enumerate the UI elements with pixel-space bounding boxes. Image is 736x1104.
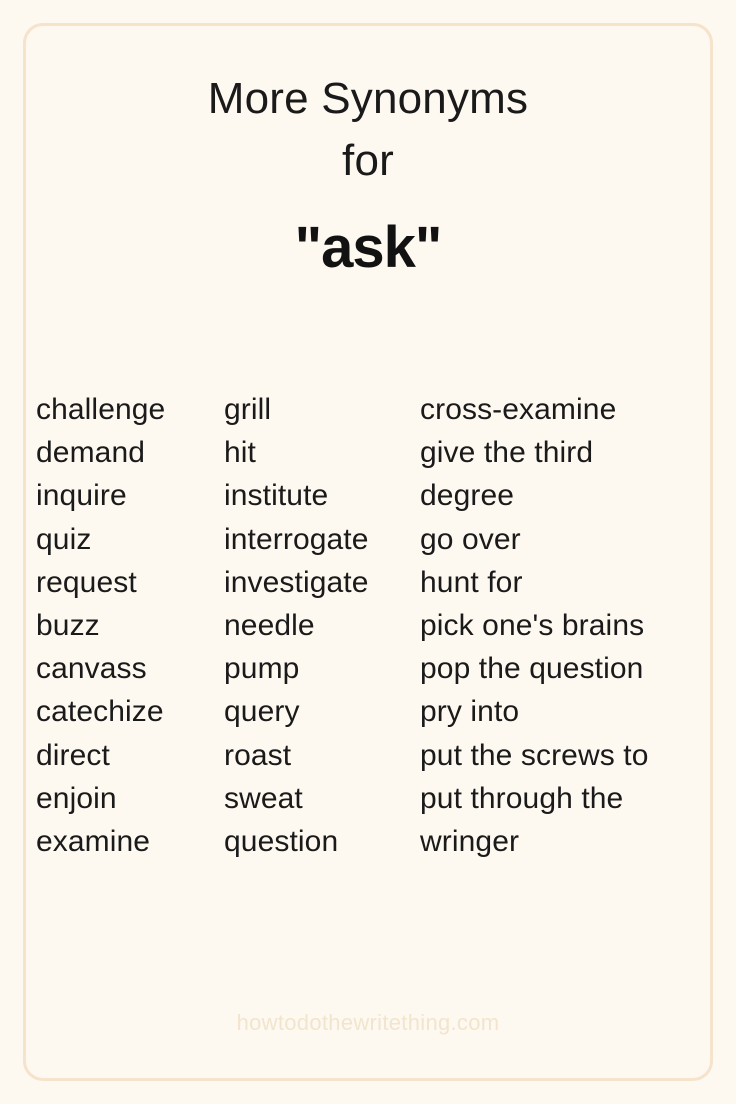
page-title: "ask" — [294, 215, 443, 280]
synonym-column-3: cross-examine give the third degree go over… — [420, 388, 710, 863]
synonym-item: needle — [224, 608, 315, 642]
synonym-item: investigate — [224, 565, 369, 599]
synonym-item: institute — [224, 479, 329, 513]
synonym-column-1: challenge demand inquire quiz request buzz can… — [36, 388, 218, 863]
header: More Synonyms for "ask" — [0, 68, 736, 282]
synonym-item: roast — [224, 738, 292, 772]
synonym-item: pop the question — [420, 652, 644, 686]
synonym-item: examine — [36, 824, 151, 858]
synonym-item: interrogate — [224, 522, 369, 556]
synonym-item: inquire — [36, 479, 127, 513]
synonym-item: go over — [420, 522, 521, 556]
synonym-item: buzz — [36, 608, 100, 642]
synonym-item: question — [224, 824, 339, 858]
site-watermark: howtodothewritething.com — [236, 1010, 500, 1035]
title-line-1: More Synonyms — [207, 74, 529, 123]
synonym-item: cross-examine — [420, 393, 617, 426]
title-line-2: for — [342, 136, 394, 185]
footer: howtodothewritething.com — [0, 1008, 736, 1038]
synonym-item: hit — [224, 436, 256, 470]
synonym-item: give the third — [420, 436, 594, 470]
synonym-item: enjoin — [36, 781, 117, 815]
synonym-item: request — [36, 565, 137, 599]
synonym-columns: challenge demand inquire quiz request buzz can… — [0, 388, 736, 868]
synonym-item: direct — [36, 738, 110, 772]
synonym-item: demand — [36, 436, 146, 470]
synonym-item: put the screws to — [420, 738, 649, 772]
synonym-item: hunt for — [420, 565, 523, 599]
synonym-item: pump — [224, 652, 300, 686]
synonym-item: challenge — [36, 393, 166, 426]
synonym-item: grill — [224, 393, 272, 426]
synonym-item: sweat — [224, 781, 303, 815]
synonym-item: pick one's brains — [420, 608, 645, 642]
synonym-item: catechize — [36, 695, 164, 729]
synonym-item: pry into — [420, 695, 520, 729]
synonym-column-2: grill hit institute interrogate investigate n… — [224, 388, 414, 863]
synonym-item: wringer — [420, 824, 520, 858]
synonym-item: query — [224, 695, 300, 729]
synonym-item: degree — [420, 479, 515, 513]
synonym-item: quiz — [36, 522, 92, 556]
synonym-item: canvass — [36, 652, 147, 686]
synonym-item: put through the — [420, 781, 624, 815]
